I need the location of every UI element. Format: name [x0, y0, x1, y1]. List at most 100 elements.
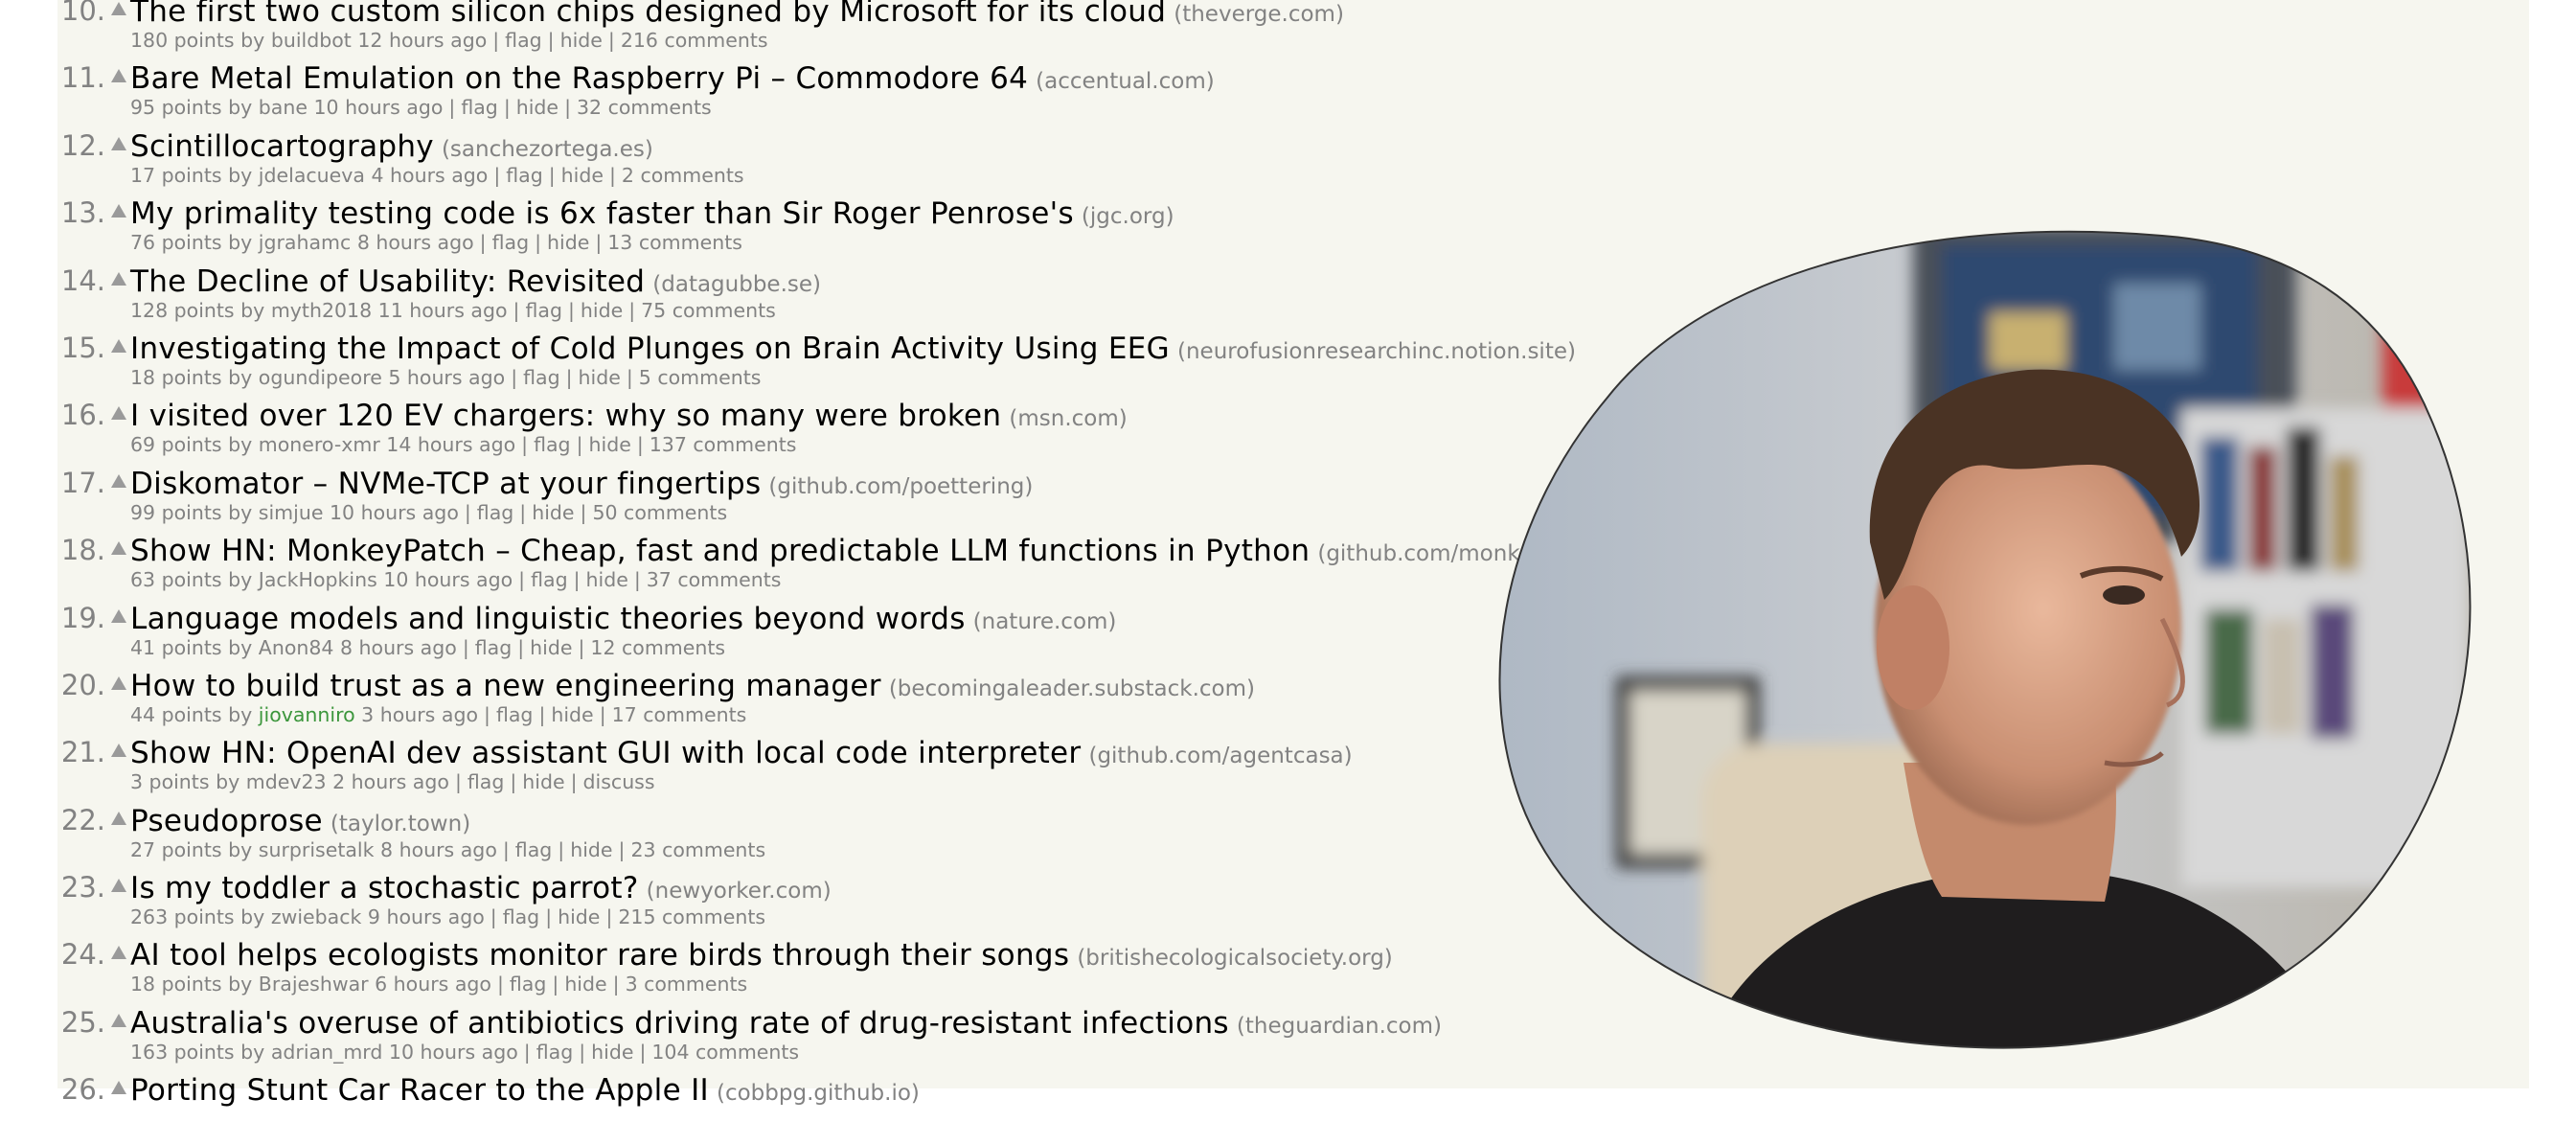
flag-link[interactable]: flag [461, 96, 498, 119]
flag-link[interactable]: flag [506, 164, 543, 187]
comments-link[interactable]: 75 comments [641, 299, 776, 322]
upvote-arrow-icon[interactable] [111, 744, 126, 758]
comments-link[interactable]: discuss [583, 770, 655, 793]
story-user-link[interactable]: jgrahamc [259, 231, 352, 254]
story-site-link[interactable]: (github.com/poettering) [768, 474, 1033, 499]
upvote-arrow-icon[interactable] [111, 1081, 126, 1095]
flag-link[interactable]: flag [536, 1041, 574, 1064]
story-site-link[interactable]: (britishecologicalsociety.org) [1077, 946, 1392, 971]
story-age-link[interactable]: 10 hours ago [330, 501, 459, 524]
story-title-link[interactable]: Pseudoprose [130, 804, 323, 838]
hide-link[interactable]: hide [532, 501, 574, 524]
story-age-link[interactable]: 8 hours ago [357, 231, 474, 254]
story-title-link[interactable]: Australia's overuse of antibiotics drivi… [130, 1006, 1229, 1041]
comments-link[interactable]: 5 comments [639, 366, 762, 389]
upvote-arrow-icon[interactable] [111, 473, 126, 488]
flag-link[interactable]: flag [515, 838, 553, 861]
story-site-link[interactable]: (newyorker.com) [647, 879, 832, 904]
story-site-link[interactable]: (msn.com) [1009, 406, 1127, 431]
upvote-arrow-icon[interactable] [111, 406, 126, 421]
webcam-video-overlay[interactable] [1492, 226, 2478, 1050]
comments-link[interactable]: 37 comments [647, 568, 782, 591]
flag-link[interactable]: flag [505, 29, 542, 52]
story-user-link[interactable]: jiovanniro [259, 703, 355, 726]
story-title-link[interactable]: How to build trust as a new engineering … [130, 669, 881, 703]
story-user-link[interactable]: zwieback [271, 905, 362, 928]
story-title-link[interactable]: I visited over 120 EV chargers: why so m… [130, 399, 1001, 433]
upvote-arrow-icon[interactable] [111, 69, 126, 83]
flag-link[interactable]: flag [477, 501, 514, 524]
upvote-arrow-icon[interactable] [111, 338, 126, 353]
upvote-arrow-icon[interactable] [111, 136, 126, 150]
story-age-link[interactable]: 3 hours ago [361, 703, 478, 726]
story-title-link[interactable]: The Decline of Usability: Revisited [130, 264, 645, 299]
story-user-link[interactable]: Anon84 [259, 636, 334, 659]
story-title-link[interactable]: Is my toddler a stochastic parrot? [130, 871, 639, 905]
hide-link[interactable]: hide [589, 433, 631, 456]
flag-link[interactable]: flag [531, 568, 568, 591]
upvote-arrow-icon[interactable] [111, 811, 126, 825]
story-title-link[interactable]: Porting Stunt Car Racer to the Apple II [130, 1073, 709, 1108]
story-user-link[interactable]: monero-xmr [259, 433, 380, 456]
flag-link[interactable]: flag [534, 433, 571, 456]
story-site-link[interactable]: (github.com/agentcasa) [1088, 744, 1352, 768]
story-user-link[interactable]: Brajeshwar [259, 973, 369, 996]
story-title-link[interactable]: Language models and linguistic theories … [130, 602, 966, 636]
story-site-link[interactable]: (nature.com) [973, 609, 1117, 634]
hide-link[interactable]: hide [581, 299, 623, 322]
story-title-link[interactable]: Bare Metal Emulation on the Raspberry Pi… [130, 61, 1028, 96]
story-title-link[interactable]: My primality testing code is 6x faster t… [130, 196, 1074, 231]
story-user-link[interactable]: bane [259, 96, 308, 119]
upvote-arrow-icon[interactable] [111, 1013, 126, 1027]
hide-link[interactable]: hide [516, 96, 559, 119]
story-age-link[interactable]: 10 hours ago [314, 96, 444, 119]
flag-link[interactable]: flag [467, 770, 505, 793]
hide-link[interactable]: hide [530, 636, 572, 659]
story-title-link[interactable]: Show HN: OpenAI dev assistant GUI with l… [130, 736, 1081, 770]
story-user-link[interactable]: simjue [259, 501, 324, 524]
story-user-link[interactable]: adrian_mrd [271, 1041, 383, 1064]
story-title-link[interactable]: Diskomator – NVMe-TCP at your fingertips [130, 467, 761, 501]
hide-link[interactable]: hide [591, 1041, 633, 1064]
comments-link[interactable]: 32 comments [577, 96, 712, 119]
upvote-arrow-icon[interactable] [111, 204, 126, 218]
story-user-link[interactable]: mdev23 [246, 770, 327, 793]
story-age-link[interactable]: 11 hours ago [378, 299, 508, 322]
story-user-link[interactable]: ogundipeore [259, 366, 382, 389]
story-title-link[interactable]: Scintillocartography [130, 129, 434, 164]
comments-link[interactable]: 104 comments [651, 1041, 799, 1064]
hide-link[interactable]: hide [561, 164, 604, 187]
story-user-link[interactable]: buildbot [271, 29, 352, 52]
story-site-link[interactable]: (taylor.town) [331, 812, 470, 836]
flag-link[interactable]: flag [503, 905, 540, 928]
story-site-link[interactable]: (sanchezortega.es) [442, 137, 653, 162]
hide-link[interactable]: hide [558, 905, 600, 928]
story-title-link[interactable]: The first two custom silicon chips desig… [130, 0, 1166, 29]
story-title-link[interactable]: Show HN: MonkeyPatch – Cheap, fast and p… [130, 534, 1310, 568]
story-user-link[interactable]: surprisetalk [259, 838, 375, 861]
story-age-link[interactable]: 4 hours ago [371, 164, 488, 187]
story-age-link[interactable]: 8 hours ago [380, 838, 497, 861]
hide-link[interactable]: hide [564, 973, 606, 996]
flag-link[interactable]: flag [496, 703, 534, 726]
story-age-link[interactable]: 14 hours ago [386, 433, 515, 456]
story-age-link[interactable]: 6 hours ago [375, 973, 491, 996]
upvote-arrow-icon[interactable] [111, 2, 126, 15]
story-site-link[interactable]: (jgc.org) [1082, 204, 1174, 229]
upvote-arrow-icon[interactable] [111, 675, 126, 690]
flag-link[interactable]: flag [525, 299, 562, 322]
story-title-link[interactable]: AI tool helps ecologists monitor rare bi… [130, 938, 1069, 973]
story-site-link[interactable]: (datagubbe.se) [652, 272, 821, 297]
story-age-link[interactable]: 2 hours ago [332, 770, 449, 793]
story-title-link[interactable]: Investigating the Impact of Cold Plunges… [130, 332, 1170, 366]
comments-link[interactable]: 13 comments [607, 231, 742, 254]
hide-link[interactable]: hide [560, 29, 603, 52]
comments-link[interactable]: 2 comments [622, 164, 744, 187]
story-user-link[interactable]: jdelacueva [259, 164, 365, 187]
upvote-arrow-icon[interactable] [111, 271, 126, 286]
story-age-link[interactable]: 9 hours ago [368, 905, 485, 928]
comments-link[interactable]: 12 comments [590, 636, 725, 659]
story-age-link[interactable]: 12 hours ago [357, 29, 487, 52]
comments-link[interactable]: 50 comments [592, 501, 727, 524]
story-site-link[interactable]: (accentual.com) [1036, 69, 1215, 94]
